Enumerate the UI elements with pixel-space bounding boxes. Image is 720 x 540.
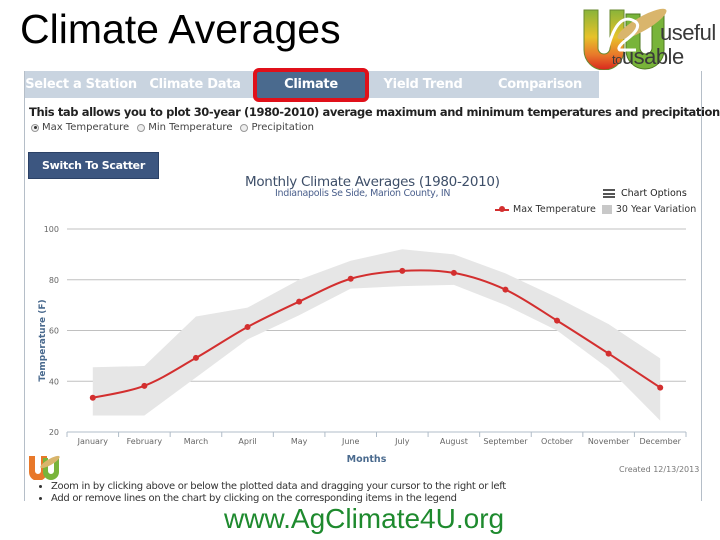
radio-precipitation[interactable]: Precipitation [240,122,314,133]
y-tick-label: 60 [49,327,59,336]
chart-plot-area[interactable]: January February March April May June July Augu… [25,221,701,466]
x-tick-label: February [127,437,163,446]
data-point[interactable] [141,382,148,389]
x-tick-label: March [184,437,208,446]
x-tick-label: November [588,437,630,446]
chart-options-button[interactable]: Chart Options [603,188,687,199]
x-tick-label: April [238,437,256,446]
tab-select-station[interactable]: Select a Station [25,71,137,98]
data-point[interactable] [89,394,96,401]
legend-label: 30 Year Variation [615,204,697,215]
radio-label: Precipitation [251,122,314,133]
data-point[interactable] [347,275,354,282]
data-point[interactable] [296,298,303,305]
footer-url[interactable]: www.AgClimate4U.org [224,503,504,535]
data-point[interactable] [605,350,612,357]
app-window: Select a Station Climate Data Climate Av… [24,68,720,504]
tab-climate-data[interactable]: Climate Data [145,71,245,98]
x-tick-label: May [291,437,308,446]
chart-subtitle: Indianapolis Se Side, Marion County, IN [275,188,451,199]
tab-bar: Select a Station Climate Data Climate Av… [25,68,599,118]
x-tick-label: September [483,437,528,446]
radio-button[interactable] [240,123,249,132]
tab-climate-average[interactable]: Climate Average [253,68,369,118]
logo-text-useful: useful [660,20,716,45]
x-tick-label: June [341,437,360,446]
y-tick-label: 20 [49,428,59,437]
y-tick-label: 40 [49,377,59,386]
instruction-item: Zoom in by clicking above or below the p… [51,481,506,492]
tab-comparison[interactable]: Comparison [487,71,593,98]
radio-button-checked[interactable] [31,123,39,132]
instructions-list: Zoom in by clicking above or below the p… [39,481,506,505]
data-point[interactable] [657,384,664,391]
legend-item-max-temperature[interactable]: Max Temperature [495,204,596,215]
x-tick-label: August [440,437,468,446]
radio-button[interactable] [137,123,146,132]
radio-max-temperature[interactable]: Max Temperature [31,122,129,133]
data-point[interactable] [502,286,509,293]
y-tick-label: 80 [49,276,59,285]
logo-text-usable: usable [621,44,684,69]
chart-legend: Max Temperature 30 Year Variation [495,204,696,215]
tab-yield-trend[interactable]: Yield Trend [377,71,469,98]
slide-title: Climate Averages [20,6,341,52]
variable-radio-group: Max Temperature Min Temperature Precipit… [31,122,314,133]
radio-label: Max Temperature [42,122,130,133]
radio-min-temperature[interactable]: Min Temperature [137,122,232,133]
x-tick-label: December [639,437,681,446]
legend-label: Max Temperature [513,204,596,215]
data-point[interactable] [554,317,561,324]
created-date: Created 12/13/2013 [619,465,700,474]
u2u-mini-logo-icon [29,455,60,480]
variation-band [92,249,661,421]
legend-swatch-icon [601,205,612,214]
logo-text-to-usable: tousable [612,44,684,70]
x-tick-label: January [77,437,109,446]
intro-text: This tab allows you to plot 30-year (198… [29,105,720,119]
logo-text-to: to [612,52,622,67]
chart-options-label: Chart Options [621,188,687,199]
legend-line-marker-icon [495,206,509,212]
legend-item-30-year-variation[interactable]: 30 Year Variation [601,204,697,215]
data-point[interactable] [244,323,251,330]
data-point[interactable] [399,267,406,274]
hamburger-menu-icon [603,189,615,198]
data-point[interactable] [450,269,457,276]
radio-label: Min Temperature [148,122,233,133]
x-tick-label: July [394,437,410,446]
y-tick-label: 100 [44,225,59,234]
x-tick-label: October [541,437,574,446]
data-point[interactable] [192,354,199,361]
x-axis-label: Months [347,454,387,465]
switch-to-scatter-plot-button[interactable]: Switch To Scatter Plot [28,152,159,197]
y-axis-label: Temperature (F) [38,299,48,381]
